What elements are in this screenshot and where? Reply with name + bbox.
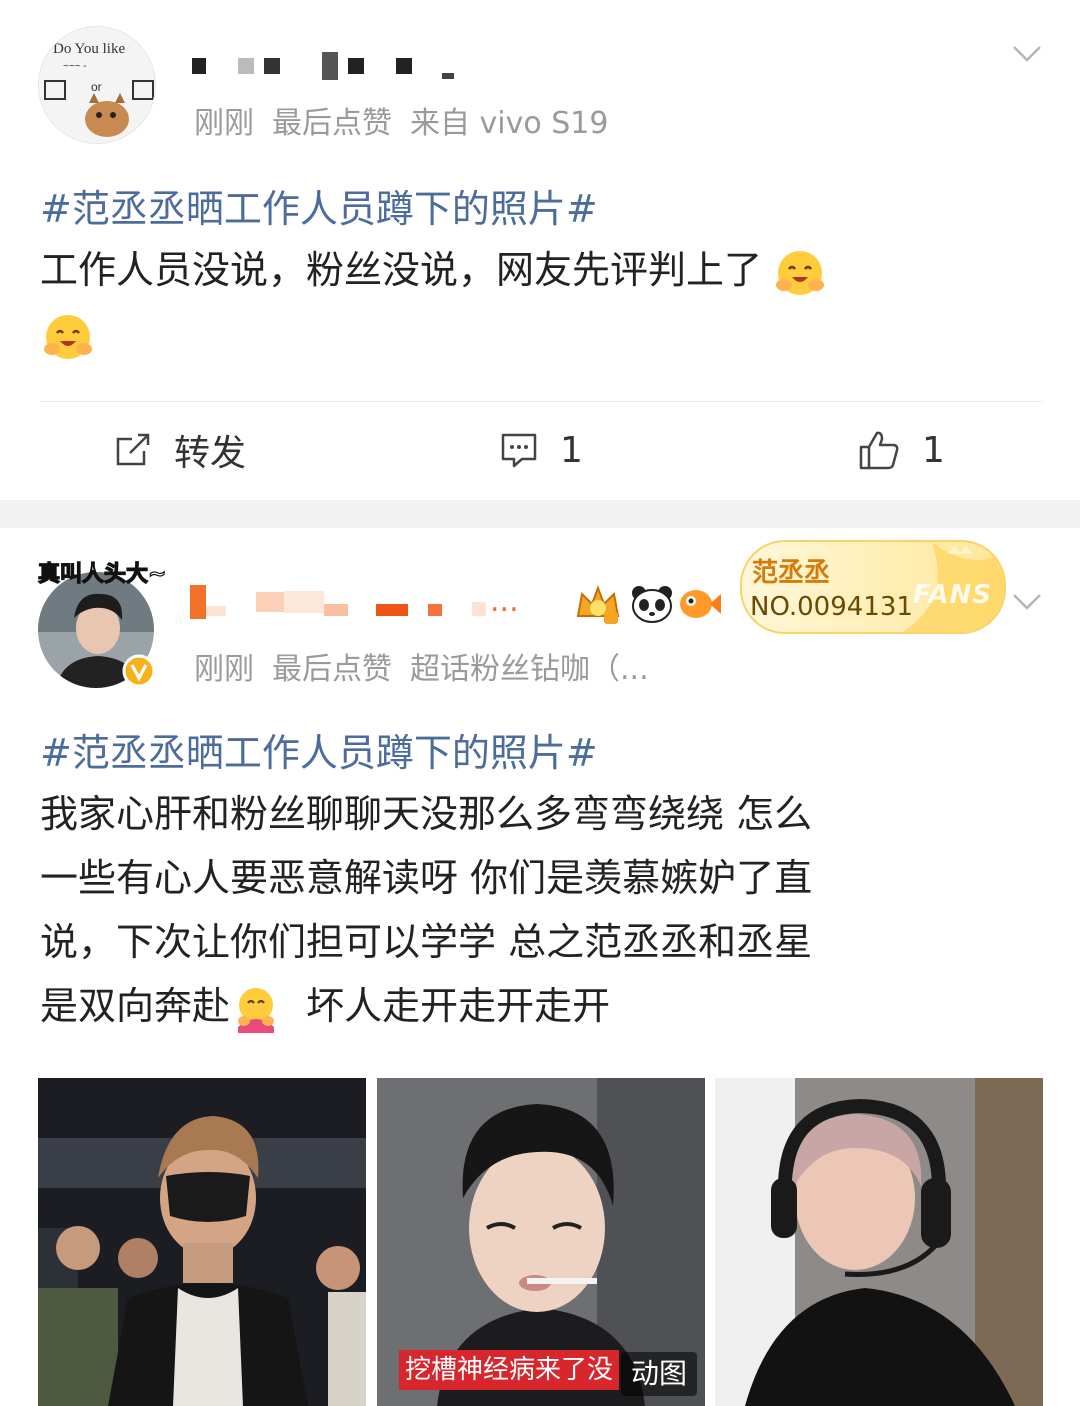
repost-label: 转发 [174,433,247,474]
post-text-line: 我家心肝和粉丝聊聊天没那么多弯弯绕绕 怎么 [40,792,813,836]
username-ellipsis: ... [490,584,519,619]
feed-separator [0,500,1080,528]
comment-button[interactable]: 1 [500,425,583,475]
username-masked[interactable]: ... [190,584,519,619]
hug-emoji-icon [238,987,275,1033]
like-status: 最后点赞 [272,652,392,687]
video-caption: 挖槽神经病来了没 [399,1350,620,1390]
post-text-line: 工作人员没说，粉丝没说，网友先评判上了 [40,248,763,292]
post-meta: 刚刚 最后点赞 超话粉丝钻咖（... [194,644,667,688]
post-time: 刚刚 [194,652,254,687]
post-time: 刚刚 [194,106,254,141]
post-source: 来自 vivo S19 [410,106,609,141]
avatar-image: Do You like ~~~ - or [39,27,155,143]
fans-badge-word: FANS [912,580,992,610]
panda-icon [632,586,672,623]
post-text-line: 是双向奔赴 [40,984,231,1028]
avatar[interactable]: Do You like ~~~ - or [38,26,156,144]
fans-badge[interactable]: 范丞丞 NO.0094131 FANS [740,540,1006,634]
verified-badge-icon [122,654,156,688]
weibo-post-2: 真叫人头大~ ... 范丞丞 NO.0094131 FANS 刚刚 最后点赞 超… [0,528,1080,1406]
post-text-line: 坏人走开走开走开 [282,984,611,1028]
image-airport-crowd [38,1078,366,1406]
post-body: 工作人员没说，粉丝没说，网友先评判上了 [40,238,1030,366]
hashtag-link[interactable]: #范丞丞晒工作人员蹲下的照片# [40,722,598,777]
username-masked[interactable] [192,52,454,80]
thumbs-up-icon [859,431,899,470]
svg-text:~~~ -: ~~~ - [63,61,87,72]
post-image[interactable] [38,1078,366,1406]
like-count: 1 [922,429,945,471]
like-status: 最后点赞 [272,106,392,141]
post-meta: 刚刚 最后点赞 来自 vivo S19 [194,98,627,142]
hashtag-link[interactable]: #范丞丞晒工作人员蹲下的照片# [40,178,598,233]
gif-tag: 动图 [620,1352,697,1396]
post-source: 超话粉丝钻咖（... [410,652,649,687]
hug-emoji-icon [44,314,92,359]
crown-level-icon [576,585,620,624]
fish-icon [680,590,721,618]
like-button[interactable]: 1 [858,425,945,475]
svg-text:or: or [91,80,102,94]
post-image[interactable] [715,1078,1043,1406]
weibo-post-1: Do You like ~~~ - or 刚刚 最后点赞 来自 vivo S19 #… [0,0,1080,500]
comment-count: 1 [560,429,583,471]
divider [40,401,1042,402]
svg-text:Do You like: Do You like [53,41,125,57]
repost-button[interactable]: 转发 [114,425,246,475]
chevron-down-icon[interactable] [1012,38,1042,68]
chevron-down-icon[interactable] [1012,586,1042,616]
post-text-line: 说，下次让你们担可以学学 总之范丞丞和丞星 [40,920,813,964]
post-text-line: 一些有心人要恶意解读呀 你们是羡慕嫉妒了直 [40,856,813,900]
comment-icon [501,433,537,468]
avatar-banner: 真叫人头大~ [37,561,167,587]
post-gif[interactable]: 挖槽神经病来了没 动图 [377,1078,705,1406]
hug-emoji-icon [776,250,825,295]
post-body: 我家心肝和粉丝聊聊天没那么多弯弯绕绕 怎么 一些有心人要恶意解读呀 你们是羡慕嫉… [40,782,1030,1038]
fans-badge-number: NO.0094131 [750,592,913,622]
fans-badge-name: 范丞丞 [752,558,831,588]
image-headset-selfie [715,1078,1043,1406]
repost-icon [116,433,150,466]
